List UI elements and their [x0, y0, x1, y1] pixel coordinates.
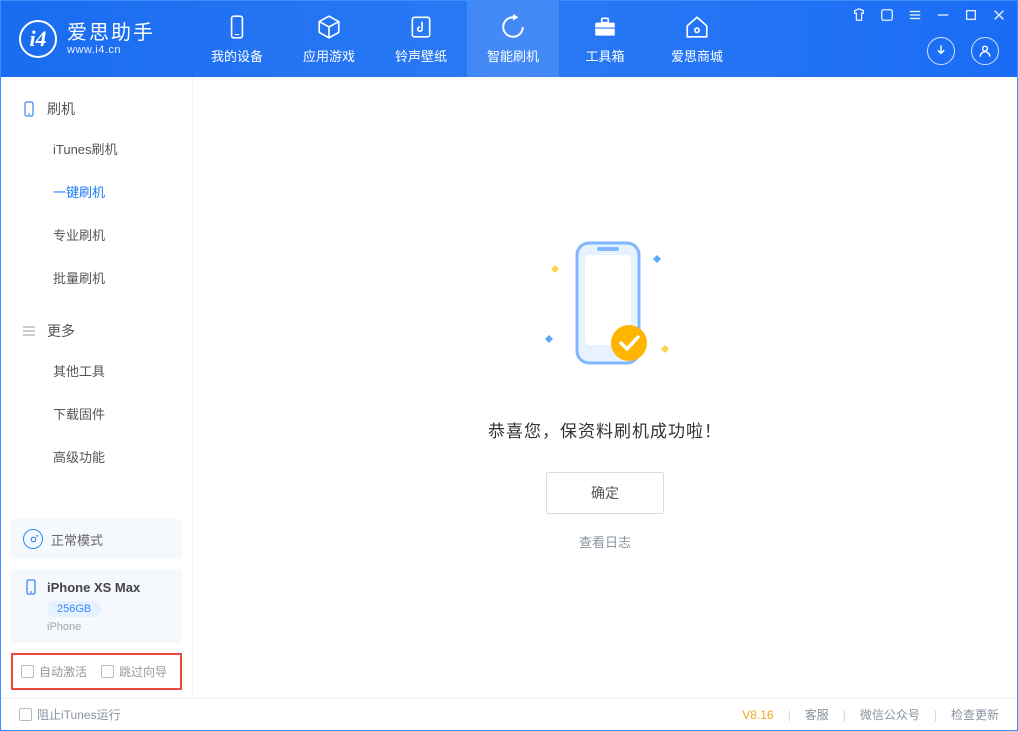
phone-icon	[21, 101, 37, 117]
separator: |	[934, 708, 937, 722]
skin-icon[interactable]	[851, 7, 867, 23]
version-label: V8.16	[742, 708, 773, 722]
success-message: 恭喜您，保资料刷机成功啦！	[488, 417, 722, 442]
device-type: iPhone	[47, 621, 170, 633]
logo-text: 爱思助手 www.i4.cn	[67, 22, 155, 56]
cube-icon	[316, 14, 342, 40]
header-right	[927, 37, 999, 65]
nav-my-device[interactable]: 我的设备	[191, 1, 283, 77]
app-subtitle: www.i4.cn	[67, 44, 155, 56]
checkbox-icon	[21, 665, 34, 678]
link-support[interactable]: 客服	[805, 706, 829, 723]
mode-status[interactable]: 正常模式	[11, 519, 182, 559]
device-name: iPhone XS Max	[47, 580, 140, 595]
separator: |	[788, 708, 791, 722]
checkbox-auto-activate[interactable]: 自动激活	[21, 663, 87, 680]
sidebar-item-batch-flash[interactable]: 批量刷机	[1, 256, 192, 299]
sidebar-section-more: 更多 其他工具 下载固件 高级功能	[1, 299, 192, 478]
list-icon	[21, 323, 37, 339]
ok-button[interactable]: 确定	[546, 472, 664, 514]
sidebar-header-label: 更多	[47, 321, 75, 341]
sidebar-list-flash: iTunes刷机 一键刷机 专业刷机 批量刷机	[1, 127, 192, 299]
nav-label: 智能刷机	[487, 46, 539, 65]
refresh-icon	[500, 14, 526, 40]
checkbox-label: 跳过向导	[119, 663, 167, 680]
device-header: iPhone XS Max	[23, 579, 170, 595]
sidebar-item-advanced[interactable]: 高级功能	[1, 435, 192, 478]
device-phone-icon	[23, 579, 39, 595]
sidebar-header-more: 更多	[1, 313, 192, 349]
nav-label: 应用游戏	[303, 46, 355, 65]
device-info[interactable]: iPhone XS Max 256GB iPhone	[11, 569, 182, 643]
user-button[interactable]	[971, 37, 999, 65]
menu-icon[interactable]	[907, 7, 923, 23]
minimize-button[interactable]	[935, 7, 951, 23]
sidebar-list-more: 其他工具 下载固件 高级功能	[1, 349, 192, 478]
mode-icon	[23, 529, 43, 549]
close-button[interactable]	[991, 7, 1007, 23]
nav-ringtones[interactable]: 铃声壁纸	[375, 1, 467, 77]
sidebar-item-itunes-flash[interactable]: iTunes刷机	[1, 127, 192, 170]
nav-smart-flash[interactable]: 智能刷机	[467, 1, 559, 77]
checkbox-label: 阻止iTunes运行	[37, 706, 121, 723]
nav-apps-games[interactable]: 应用游戏	[283, 1, 375, 77]
device-icon	[224, 14, 250, 40]
link-update[interactable]: 检查更新	[951, 706, 999, 723]
feedback-icon[interactable]	[879, 7, 895, 23]
device-capacity: 256GB	[47, 601, 101, 617]
main-nav: 我的设备 应用游戏 铃声壁纸 智能刷机 工具箱 爱思商城	[191, 1, 743, 77]
nav-label: 爱思商城	[671, 46, 723, 65]
app-body: 刷机 iTunes刷机 一键刷机 专业刷机 批量刷机 更多 其他工具 下载固件 …	[1, 77, 1017, 698]
sidebar-item-other-tools[interactable]: 其他工具	[1, 349, 192, 392]
music-icon	[408, 14, 434, 40]
window-controls	[851, 7, 1007, 23]
app-title: 爱思助手	[67, 22, 155, 44]
nav-store[interactable]: 爱思商城	[651, 1, 743, 77]
nav-toolbox[interactable]: 工具箱	[559, 1, 651, 77]
mode-label: 正常模式	[51, 530, 103, 549]
sidebar-bottom: 正常模式 iPhone XS Max 256GB iPhone 自动激活 跳过向…	[1, 509, 192, 698]
status-right: V8.16 | 客服 | 微信公众号 | 检查更新	[742, 706, 999, 723]
checkbox-row: 自动激活 跳过向导	[11, 653, 182, 690]
nav-label: 工具箱	[585, 46, 624, 65]
sidebar: 刷机 iTunes刷机 一键刷机 专业刷机 批量刷机 更多 其他工具 下载固件 …	[1, 77, 193, 698]
view-log-link[interactable]: 查看日志	[579, 532, 631, 551]
success-illustration	[525, 225, 685, 395]
nav-label: 铃声壁纸	[395, 46, 447, 65]
link-wechat[interactable]: 微信公众号	[860, 706, 920, 723]
sidebar-header-flash: 刷机	[1, 91, 192, 127]
separator: |	[843, 708, 846, 722]
logo-area: i4 爱思助手 www.i4.cn	[1, 20, 191, 58]
checkbox-icon	[19, 708, 32, 721]
sidebar-header-label: 刷机	[47, 99, 75, 119]
nav-label: 我的设备	[211, 46, 263, 65]
app-logo-icon: i4	[19, 20, 57, 58]
checkbox-icon	[101, 665, 114, 678]
sidebar-item-download-firmware[interactable]: 下载固件	[1, 392, 192, 435]
checkbox-label: 自动激活	[39, 663, 87, 680]
checkbox-block-itunes[interactable]: 阻止iTunes运行	[19, 706, 121, 723]
download-button[interactable]	[927, 37, 955, 65]
sidebar-item-oneclick-flash[interactable]: 一键刷机	[1, 170, 192, 213]
maximize-button[interactable]	[963, 7, 979, 23]
main-content: 恭喜您，保资料刷机成功啦！ 确定 查看日志	[193, 77, 1017, 698]
sidebar-item-pro-flash[interactable]: 专业刷机	[1, 213, 192, 256]
home-icon	[684, 14, 710, 40]
checkbox-skip-guide[interactable]: 跳过向导	[101, 663, 167, 680]
app-header: i4 爱思助手 www.i4.cn 我的设备 应用游戏 铃声壁纸 智能刷机 工具…	[1, 1, 1017, 77]
toolbox-icon	[592, 14, 618, 40]
sidebar-section-flash: 刷机 iTunes刷机 一键刷机 专业刷机 批量刷机	[1, 77, 192, 299]
status-bar: 阻止iTunes运行 V8.16 | 客服 | 微信公众号 | 检查更新	[1, 698, 1017, 730]
